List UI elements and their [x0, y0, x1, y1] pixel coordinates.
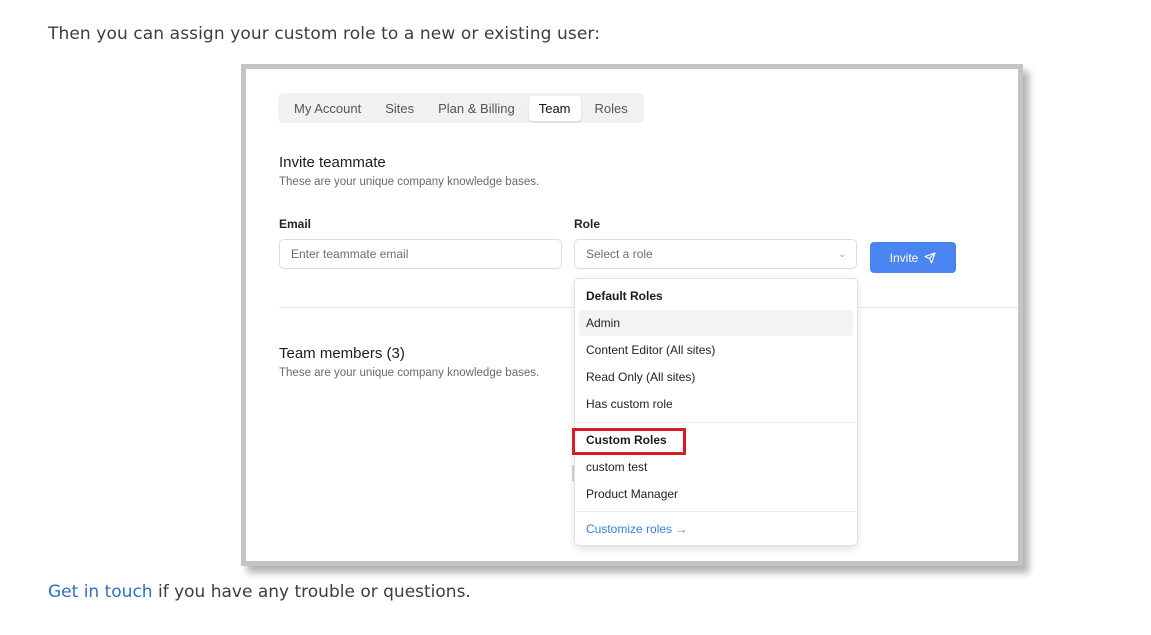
- tab-sites[interactable]: Sites: [375, 96, 424, 121]
- screenshot-frame: My Account Sites Plan & Billing Team Rol…: [241, 64, 1023, 566]
- email-label: Email: [279, 217, 312, 231]
- team-subtitle: These are your unique company knowledge …: [279, 367, 540, 379]
- send-icon: [924, 251, 936, 264]
- tab-team[interactable]: Team: [528, 95, 581, 121]
- custom-roles-header: Custom Roles: [586, 433, 667, 447]
- role-option-content-editor[interactable]: Content Editor (All sites): [586, 343, 715, 357]
- email-input[interactable]: Enter teammate email: [279, 239, 562, 269]
- chevron-down-icon: ⌄: [838, 248, 846, 259]
- team-title: Team members (3): [279, 345, 405, 362]
- role-placeholder: Select a role: [586, 247, 653, 261]
- role-option-admin[interactable]: Admin: [586, 316, 620, 330]
- role-option-read-only[interactable]: Read Only (All sites): [586, 370, 695, 384]
- outro-rest: if you have any trouble or questions.: [152, 582, 471, 602]
- get-in-touch-link[interactable]: Get in touch: [48, 582, 153, 602]
- role-select[interactable]: Select a role ⌄: [574, 239, 857, 269]
- hover-highlight: [579, 310, 853, 336]
- tab-my-account[interactable]: My Account: [284, 96, 371, 121]
- tab-roles[interactable]: Roles: [585, 96, 638, 121]
- role-dropdown-menu: Default Roles Admin Content Editor (All …: [572, 278, 858, 546]
- dropdown-separator: [575, 511, 857, 512]
- email-placeholder: Enter teammate email: [291, 247, 409, 261]
- intro-text: Then you can assign your custom role to …: [48, 24, 601, 44]
- tab-plan-billing[interactable]: Plan & Billing: [428, 96, 525, 121]
- role-label: Role: [574, 217, 601, 231]
- customize-roles-link[interactable]: Customize roles →: [586, 522, 687, 536]
- invite-button[interactable]: Invite: [870, 242, 956, 273]
- role-option-product-manager[interactable]: Product Manager: [586, 487, 678, 501]
- invite-subtitle: These are your unique company knowledge …: [279, 176, 540, 188]
- role-option-custom-test[interactable]: custom test: [586, 460, 647, 474]
- role-option-has-custom[interactable]: Has custom role: [586, 397, 673, 411]
- invite-button-label: Invite: [889, 250, 919, 265]
- settings-tabs: My Account Sites Plan & Billing Team Rol…: [278, 93, 644, 123]
- default-roles-header: Default Roles: [586, 289, 663, 303]
- dropdown-separator: [575, 422, 857, 423]
- settings-screen: My Account Sites Plan & Billing Team Rol…: [246, 69, 1018, 561]
- outro-text: Get in touch if you have any trouble or …: [48, 582, 471, 602]
- invite-title: Invite teammate: [279, 154, 386, 171]
